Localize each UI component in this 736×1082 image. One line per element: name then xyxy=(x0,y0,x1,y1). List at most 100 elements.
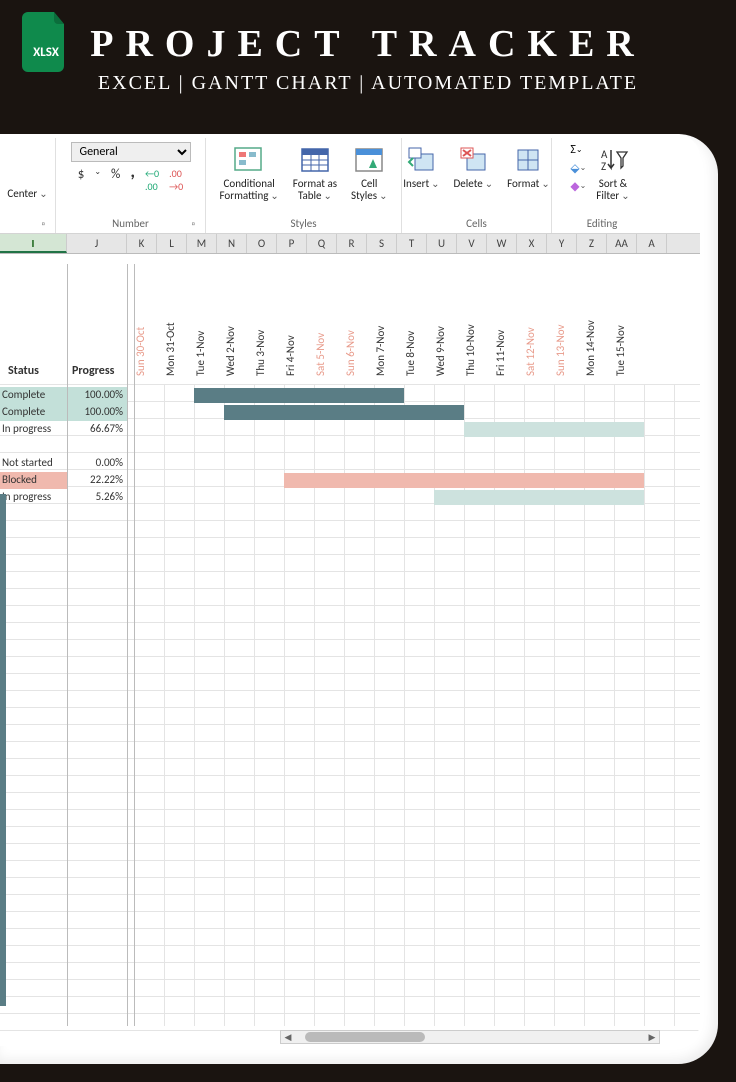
number-group-label: Number xyxy=(112,217,149,230)
date-header: Sat 12-Nov xyxy=(524,294,537,376)
progress-cell[interactable]: 100.00% xyxy=(67,387,127,404)
progress-cell[interactable]: 22.22% xyxy=(67,472,127,489)
column-header-W[interactable]: W xyxy=(487,234,517,253)
format-as-table-button[interactable]: Format as Table xyxy=(289,142,341,204)
sort-filter-icon: AZ xyxy=(597,144,629,176)
column-header-Q[interactable]: Q xyxy=(307,234,337,253)
gantt-bar[interactable] xyxy=(224,405,464,420)
status-cell[interactable]: Complete xyxy=(0,404,67,421)
ribbon: Center ▫ General $⌄ % , ←0.00 .00→0 xyxy=(0,134,700,234)
number-format-select[interactable]: General xyxy=(71,142,191,162)
insert-cells-icon xyxy=(405,144,437,176)
fill-button[interactable]: ⬙ ⌄ xyxy=(570,160,586,176)
table-row[interactable]: Blocked22.22% xyxy=(0,472,127,489)
date-header: Mon 31-Oct xyxy=(164,294,177,376)
xlsx-file-icon: XLSX xyxy=(16,12,76,72)
svg-text:XLSX: XLSX xyxy=(33,45,60,60)
column-header-N[interactable]: N xyxy=(217,234,247,253)
column-header-A[interactable]: A xyxy=(637,234,667,253)
table-row[interactable]: Complete100.00% xyxy=(0,387,127,404)
column-header-L[interactable]: L xyxy=(157,234,187,253)
status-cell[interactable]: Complete xyxy=(0,387,67,404)
column-header-AA[interactable]: AA xyxy=(607,234,637,253)
autosum-button[interactable]: Σ ⌄ xyxy=(570,142,586,158)
column-header-P[interactable]: P xyxy=(277,234,307,253)
column-header-M[interactable]: M xyxy=(187,234,217,253)
status-cell[interactable] xyxy=(0,438,67,455)
date-header: Fri 11-Nov xyxy=(494,294,507,376)
column-header-S[interactable]: S xyxy=(367,234,397,253)
conditional-formatting-icon xyxy=(233,144,265,176)
cell-styles-button[interactable]: Cell Styles xyxy=(347,142,391,204)
status-cell[interactable]: Blocked xyxy=(0,472,67,489)
column-header-O[interactable]: O xyxy=(247,234,277,253)
column-header-V[interactable]: V xyxy=(457,234,487,253)
clear-button[interactable]: ◆ ⌄ xyxy=(570,178,586,194)
ribbon-group-number: General $⌄ % , ←0.00 .00→0 Number▫ xyxy=(56,138,206,233)
column-headers: I J KLMNOPQRSTUVWXYZAAA xyxy=(0,234,700,254)
progress-column-header: Progress xyxy=(72,364,114,378)
progress-cell[interactable]: 0.00% xyxy=(67,455,127,472)
ribbon-group-editing: Σ ⌄ ⬙ ⌄ ◆ ⌄ AZ Sort & Filter Editing xyxy=(552,138,652,233)
table-row[interactable]: Not started0.00% xyxy=(0,455,127,472)
gantt-bar[interactable] xyxy=(464,422,644,437)
format-button[interactable]: Format xyxy=(503,142,554,192)
column-header-Z[interactable]: Z xyxy=(577,234,607,253)
date-header: Fri 4-Nov xyxy=(284,294,297,376)
date-header: Sun 30-Oct xyxy=(134,294,147,376)
delete-button[interactable]: Delete xyxy=(450,142,498,192)
column-header-T[interactable]: T xyxy=(397,234,427,253)
spreadsheet-area[interactable]: Sun 30-OctMon 31-OctTue 1-NovWed 2-NovTh… xyxy=(0,254,700,1026)
format-as-table-icon xyxy=(299,144,331,176)
scroll-right-icon[interactable]: ▶ xyxy=(645,1032,659,1043)
styles-group-label: Styles xyxy=(214,217,393,231)
scroll-thumb[interactable] xyxy=(305,1032,425,1042)
gantt-bar[interactable] xyxy=(284,473,644,488)
column-header-Y[interactable]: Y xyxy=(547,234,577,253)
table-row[interactable] xyxy=(0,438,127,455)
date-header: Tue 1-Nov xyxy=(194,294,207,376)
conditional-formatting-button[interactable]: Conditional Formatting xyxy=(216,142,283,204)
table-row[interactable]: In progress5.26% xyxy=(0,489,127,506)
dialog-launch-icon[interactable]: ▫ xyxy=(41,217,45,230)
progress-cell[interactable]: 66.67% xyxy=(67,421,127,438)
percent-button[interactable]: % xyxy=(109,166,122,194)
ribbon-group-styles: Conditional Formatting Format as Table C… xyxy=(206,138,402,233)
merge-center-button[interactable]: Center xyxy=(3,142,51,202)
ribbon-group-cells: Insert Delete Format Cells xyxy=(402,138,552,233)
column-header-K[interactable]: K xyxy=(127,234,157,253)
gantt-bar[interactable] xyxy=(194,388,404,403)
gantt-bar[interactable] xyxy=(434,490,644,505)
date-header: Sat 5-Nov xyxy=(314,294,327,376)
table-row[interactable]: In progress66.67% xyxy=(0,421,127,438)
increase-decimal-button[interactable]: ←0.00 xyxy=(143,166,161,194)
column-header-X[interactable]: X xyxy=(517,234,547,253)
date-header: Tue 15-Nov xyxy=(614,294,627,376)
date-header: Mon 7-Nov xyxy=(374,294,387,376)
sort-filter-button[interactable]: AZ Sort & Filter xyxy=(592,142,633,204)
column-header-J[interactable]: J xyxy=(67,234,127,253)
excel-screen: Center ▫ General $⌄ % , ←0.00 .00→0 xyxy=(0,134,700,1046)
table-row[interactable]: Complete100.00% xyxy=(0,404,127,421)
progress-cell[interactable]: 5.26% xyxy=(67,489,127,506)
currency-button[interactable]: $ xyxy=(76,166,87,194)
decrease-decimal-button[interactable]: .00→0 xyxy=(167,166,185,194)
scroll-left-icon[interactable]: ◀ xyxy=(281,1032,295,1043)
status-cell[interactable]: In progress xyxy=(0,489,67,506)
column-header-R[interactable]: R xyxy=(337,234,367,253)
status-cell[interactable]: Not started xyxy=(0,455,67,472)
progress-cell[interactable] xyxy=(67,438,127,455)
date-header: Thu 10-Nov xyxy=(464,294,477,376)
editing-group-label: Editing xyxy=(560,217,644,231)
horizontal-scrollbar[interactable]: ◀ ▶ xyxy=(280,1030,660,1044)
progress-cell[interactable]: 100.00% xyxy=(67,404,127,421)
comma-button[interactable]: , xyxy=(128,166,137,194)
date-header: Sun 13-Nov xyxy=(554,294,567,376)
dialog-launch-icon[interactable]: ▫ xyxy=(191,217,195,230)
status-cell[interactable]: In progress xyxy=(0,421,67,438)
insert-button[interactable]: Insert xyxy=(399,142,443,192)
column-header-U[interactable]: U xyxy=(427,234,457,253)
svg-text:Z: Z xyxy=(601,160,606,173)
promo-header: XLSX PROJECT TRACKER EXCEL | GANTT CHART… xyxy=(0,0,736,128)
column-header-I[interactable]: I xyxy=(0,234,67,253)
